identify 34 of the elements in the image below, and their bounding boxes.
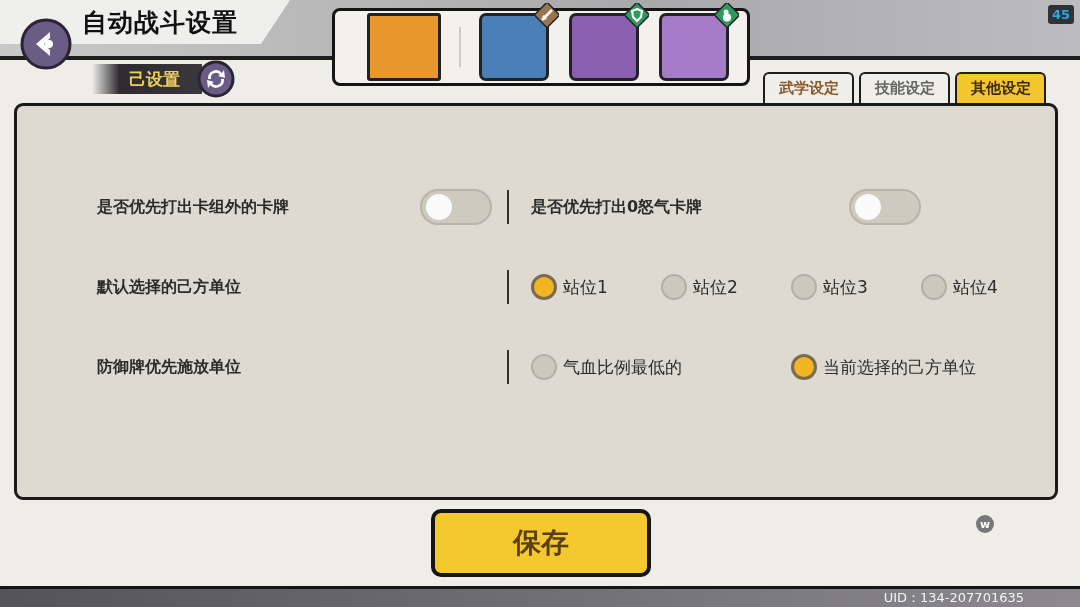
option-label: 站位3: [823, 275, 868, 299]
radio-button[interactable]: [531, 354, 557, 380]
tab[interactable]: 其他设定: [955, 72, 1046, 103]
tab[interactable]: 武学设定: [763, 72, 854, 103]
radio-button[interactable]: [531, 274, 557, 300]
back-icon[interactable]: [20, 18, 72, 70]
radio-button[interactable]: [921, 274, 947, 300]
setting-label: 默认选择的己方单位: [97, 276, 241, 298]
portrait-placeholder[interactable]: [659, 13, 729, 81]
setting-label: 防御牌优先施放单位: [97, 356, 241, 378]
portrait-placeholder[interactable]: [479, 13, 549, 81]
option-label: 站位4: [953, 275, 998, 299]
status-label: 己设置: [128, 67, 180, 91]
option-label: 站位2: [693, 275, 738, 299]
refresh-icon[interactable]: [197, 60, 235, 98]
tab[interactable]: 技能设定: [859, 72, 950, 103]
radio-button[interactable]: [791, 354, 817, 380]
letter-badge: w: [976, 515, 994, 533]
radio-button[interactable]: [791, 274, 817, 300]
uid-text: UID：134-207701635: [883, 589, 1024, 607]
page-title: 自动战斗设置: [82, 6, 238, 39]
option-label: 当前选择的己方单位: [823, 355, 976, 379]
option-label: 气血比例最低的: [563, 355, 682, 379]
setting-label: 是否优先打出0怒气卡牌: [531, 196, 704, 218]
option-label: 站位1: [563, 275, 608, 299]
portrait-placeholder[interactable]: [569, 13, 639, 81]
toggle-switch[interactable]: [849, 189, 921, 225]
toggle-switch[interactable]: [420, 189, 492, 225]
portrait-placeholder[interactable]: [367, 13, 441, 81]
gourd-icon: [715, 3, 739, 27]
save-button[interactable]: 保存: [431, 509, 651, 577]
counter-badge: 45: [1047, 5, 1074, 24]
radio-button[interactable]: [661, 274, 687, 300]
setting-label: 是否优先打出卡组外的卡牌: [97, 196, 289, 218]
